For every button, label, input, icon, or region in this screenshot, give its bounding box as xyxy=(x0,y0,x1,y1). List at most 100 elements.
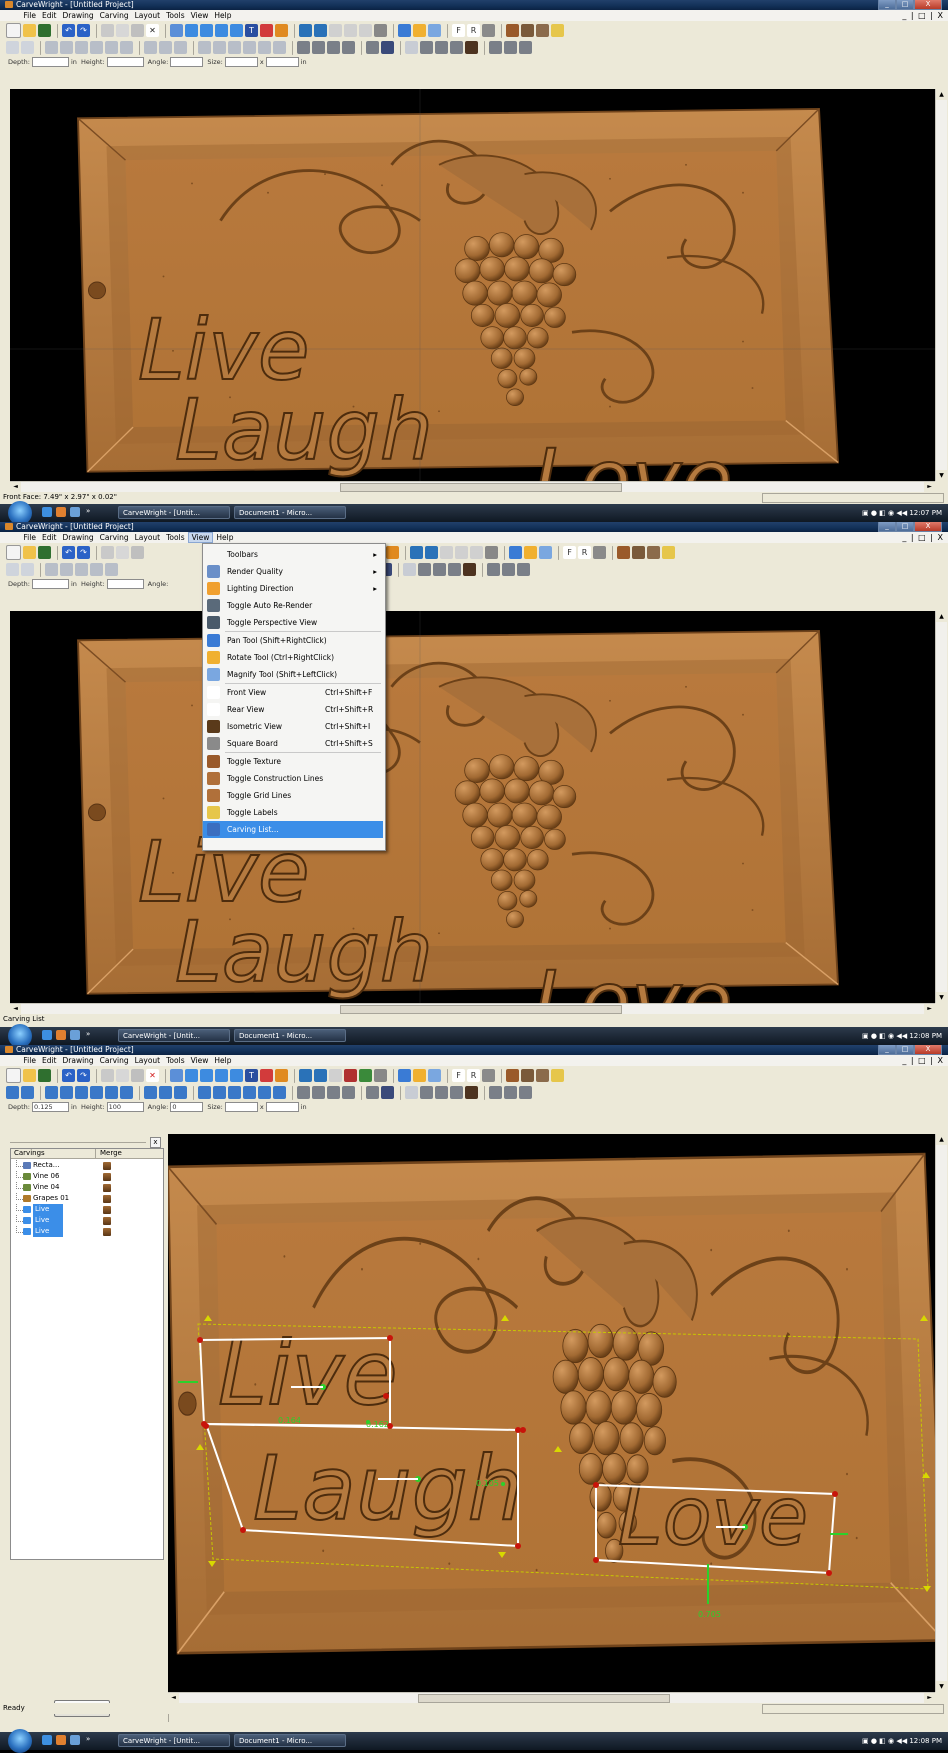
clock[interactable]: 12:08 PM xyxy=(909,1032,942,1040)
pattern-icon[interactable] xyxy=(299,1069,312,1082)
menu-file[interactable]: File xyxy=(20,1055,39,1066)
carving-tree-item[interactable]: Live xyxy=(11,1226,163,1237)
rear-view-icon[interactable]: R xyxy=(467,24,480,37)
pan-icon[interactable] xyxy=(398,1069,411,1082)
routing-icon[interactable] xyxy=(418,563,431,576)
merge-mode-icon[interactable] xyxy=(103,1217,111,1225)
board-icon[interactable] xyxy=(329,24,342,37)
routing-icon[interactable] xyxy=(435,41,448,54)
firefox-icon[interactable] xyxy=(56,1030,66,1040)
view-menu-item[interactable]: Render Quality ▸ xyxy=(203,563,383,580)
fill-icon[interactable] xyxy=(228,1086,241,1099)
mdi-controls[interactable]: _ | □ | X xyxy=(902,1055,944,1066)
align-left-icon[interactable] xyxy=(45,563,58,576)
maximize-button[interactable]: □ xyxy=(896,522,914,532)
quicklaunch-overflow[interactable]: » xyxy=(86,507,90,517)
rear-view-icon[interactable]: R xyxy=(467,1069,480,1082)
angle-field[interactable]: 0 xyxy=(170,1102,204,1112)
line-tool-icon[interactable] xyxy=(185,24,198,37)
align-right-icon[interactable] xyxy=(75,1086,88,1099)
align-middle-icon[interactable] xyxy=(105,41,118,54)
mirror-icon[interactable] xyxy=(174,1086,187,1099)
routing-icon[interactable] xyxy=(435,1086,448,1099)
cut-icon[interactable] xyxy=(101,1069,114,1082)
view-menu-item[interactable]: Toggle Auto Re-Render xyxy=(203,597,383,614)
save-icon[interactable] xyxy=(38,1069,51,1082)
carving-tree-item[interactable]: Recta... xyxy=(11,1160,163,1171)
height-field[interactable]: 100 xyxy=(106,1102,144,1112)
tray-icons[interactable]: ▣ ● ◧ ◉ ◀◀ xyxy=(862,1737,909,1745)
scroll-thumb[interactable] xyxy=(340,483,622,492)
grid-lines-icon[interactable] xyxy=(536,24,549,37)
redo-icon[interactable]: ↷ xyxy=(77,1069,90,1082)
merge-mode-icon[interactable] xyxy=(103,1173,111,1181)
menu-drawing[interactable]: Drawing xyxy=(59,532,96,543)
3d-viewport[interactable]: Live Laugh Love xyxy=(168,1134,935,1692)
menu-view[interactable]: View xyxy=(188,1055,212,1066)
depth-field[interactable] xyxy=(32,57,69,67)
square-board-icon[interactable] xyxy=(482,24,495,37)
angle-field[interactable] xyxy=(170,57,204,67)
draw-icon[interactable] xyxy=(359,24,372,37)
show-desktop-icon[interactable] xyxy=(70,1030,80,1040)
firefox-icon[interactable] xyxy=(56,1735,66,1745)
merge-mode-icon[interactable] xyxy=(103,1206,111,1214)
3d-viewport[interactable]: Live Laugh Love xyxy=(10,89,935,481)
vertical-scrollbar[interactable]: ▲ ▼ xyxy=(935,1134,947,1692)
construction-lines-icon[interactable] xyxy=(521,1069,534,1082)
horizontal-scrollbar[interactable]: ◄ ► xyxy=(10,1003,935,1014)
save-icon[interactable] xyxy=(38,546,51,559)
close-button[interactable]: X xyxy=(914,1045,942,1055)
view-menu-item[interactable]: Toggle Perspective View xyxy=(203,614,383,631)
routing-icon[interactable] xyxy=(420,1086,433,1099)
3d-viewport[interactable]: Live Laugh Love xyxy=(10,611,935,1003)
pan-icon[interactable] xyxy=(509,546,522,559)
size-height-field[interactable] xyxy=(265,57,299,67)
quicklaunch-overflow[interactable]: » xyxy=(86,1735,90,1745)
texture-tool-icon[interactable] xyxy=(519,1086,532,1099)
view-menu-item[interactable]: Toggle Texture xyxy=(203,753,383,770)
undo-icon[interactable]: ↶ xyxy=(62,546,75,559)
undo-icon[interactable]: ↶ xyxy=(62,24,75,37)
routing-icon[interactable] xyxy=(405,1086,418,1099)
menu-layout[interactable]: Layout xyxy=(132,10,164,21)
rectangle-tool-icon[interactable] xyxy=(200,1069,213,1082)
carving-tree-item[interactable]: Live xyxy=(11,1215,163,1226)
copy-icon[interactable] xyxy=(116,546,129,559)
menu-carving[interactable]: Carving xyxy=(97,10,132,21)
fill-icon[interactable] xyxy=(213,41,226,54)
menu-help[interactable]: Help xyxy=(211,1055,234,1066)
fill-icon[interactable] xyxy=(198,1086,211,1099)
taskbar-word-button[interactable]: Document1 - Micro... xyxy=(234,506,346,519)
scroll-up-arrow[interactable]: ▲ xyxy=(936,89,947,100)
open-folder-icon[interactable] xyxy=(23,546,36,559)
magnify-icon[interactable] xyxy=(428,1069,441,1082)
cut-icon[interactable] xyxy=(101,546,114,559)
taskbar-word-button[interactable]: Document1 - Micro... xyxy=(234,1029,346,1042)
fill-icon[interactable] xyxy=(243,1086,256,1099)
align-top-icon[interactable] xyxy=(90,563,103,576)
align-right-icon[interactable] xyxy=(75,563,88,576)
bit-icon[interactable] xyxy=(342,1086,355,1099)
routing-icon[interactable] xyxy=(450,1086,463,1099)
new-icon[interactable] xyxy=(6,1068,21,1083)
space-icon[interactable] xyxy=(159,41,172,54)
height-field[interactable] xyxy=(106,57,144,67)
show-desktop-icon[interactable] xyxy=(70,1735,80,1745)
front-view-icon[interactable]: F xyxy=(452,1069,465,1082)
menu-help[interactable]: Help xyxy=(211,10,234,21)
merge-mode-icon[interactable] xyxy=(103,1195,111,1203)
routing-icon[interactable] xyxy=(420,41,433,54)
scroll-up-arrow[interactable]: ▲ xyxy=(936,611,947,622)
scroll-thumb[interactable] xyxy=(340,1005,622,1014)
view-menu-item[interactable]: Pan Tool (Shift+RightClick) xyxy=(203,632,383,649)
size-height-field[interactable] xyxy=(265,1102,299,1112)
routing-icon[interactable] xyxy=(465,1086,478,1099)
paste-icon[interactable] xyxy=(131,24,144,37)
rotate-icon[interactable] xyxy=(413,1069,426,1082)
mdi-controls[interactable]: _ | □ | X xyxy=(902,10,944,21)
layout-icon[interactable] xyxy=(6,1086,19,1099)
line-tool-icon[interactable] xyxy=(185,1069,198,1082)
draw-icon[interactable] xyxy=(359,1069,372,1082)
texture-tool-icon[interactable] xyxy=(517,563,530,576)
